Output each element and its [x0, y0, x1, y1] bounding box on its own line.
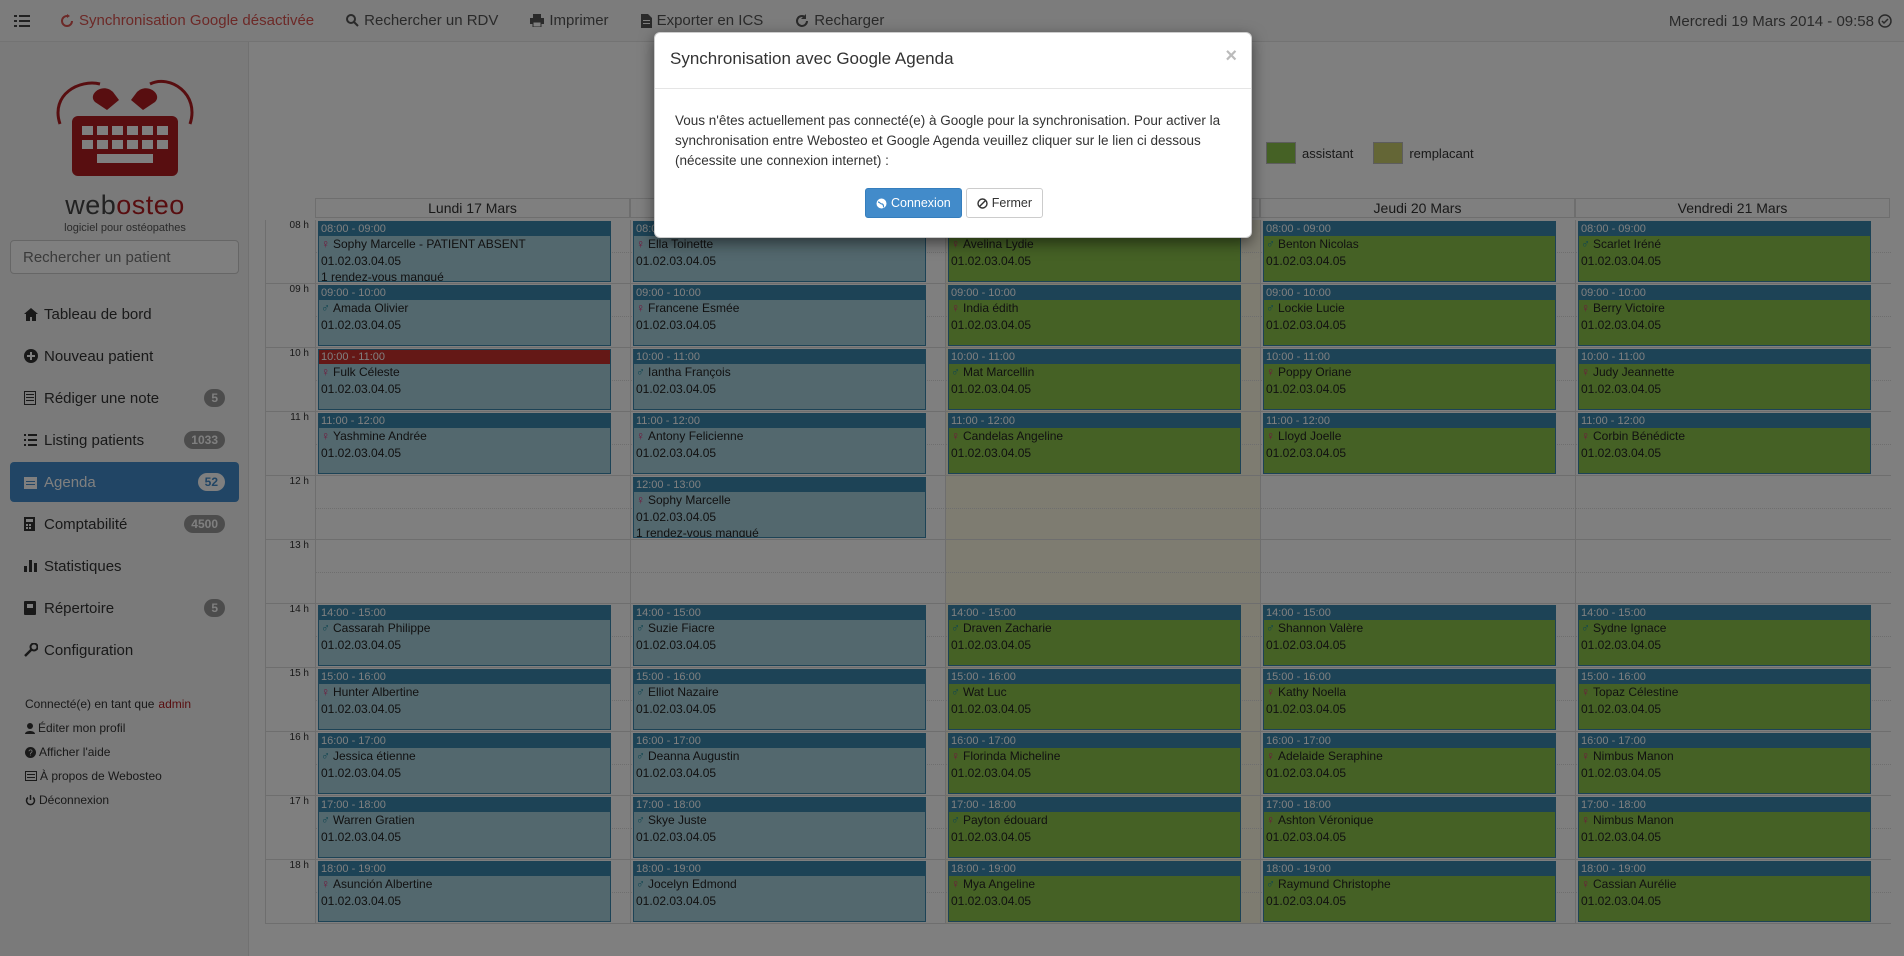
ban-icon: [977, 197, 988, 209]
connect-button[interactable]: Connexion: [864, 188, 962, 218]
modal-body: Vous n'êtes actuellement pas connecté(e)…: [675, 113, 1221, 168]
close-button[interactable]: Fermer: [965, 188, 1044, 218]
modal-header: Synchronisation avec Google Agenda ×: [655, 33, 1251, 89]
globe-icon: [876, 198, 887, 208]
google-sync-modal: Synchronisation avec Google Agenda × Vou…: [654, 32, 1252, 238]
modal-buttons: Connexion Fermer: [655, 188, 1253, 218]
modal-title: Synchronisation avec Google Agenda: [670, 49, 954, 68]
close-icon[interactable]: ×: [1225, 45, 1237, 68]
